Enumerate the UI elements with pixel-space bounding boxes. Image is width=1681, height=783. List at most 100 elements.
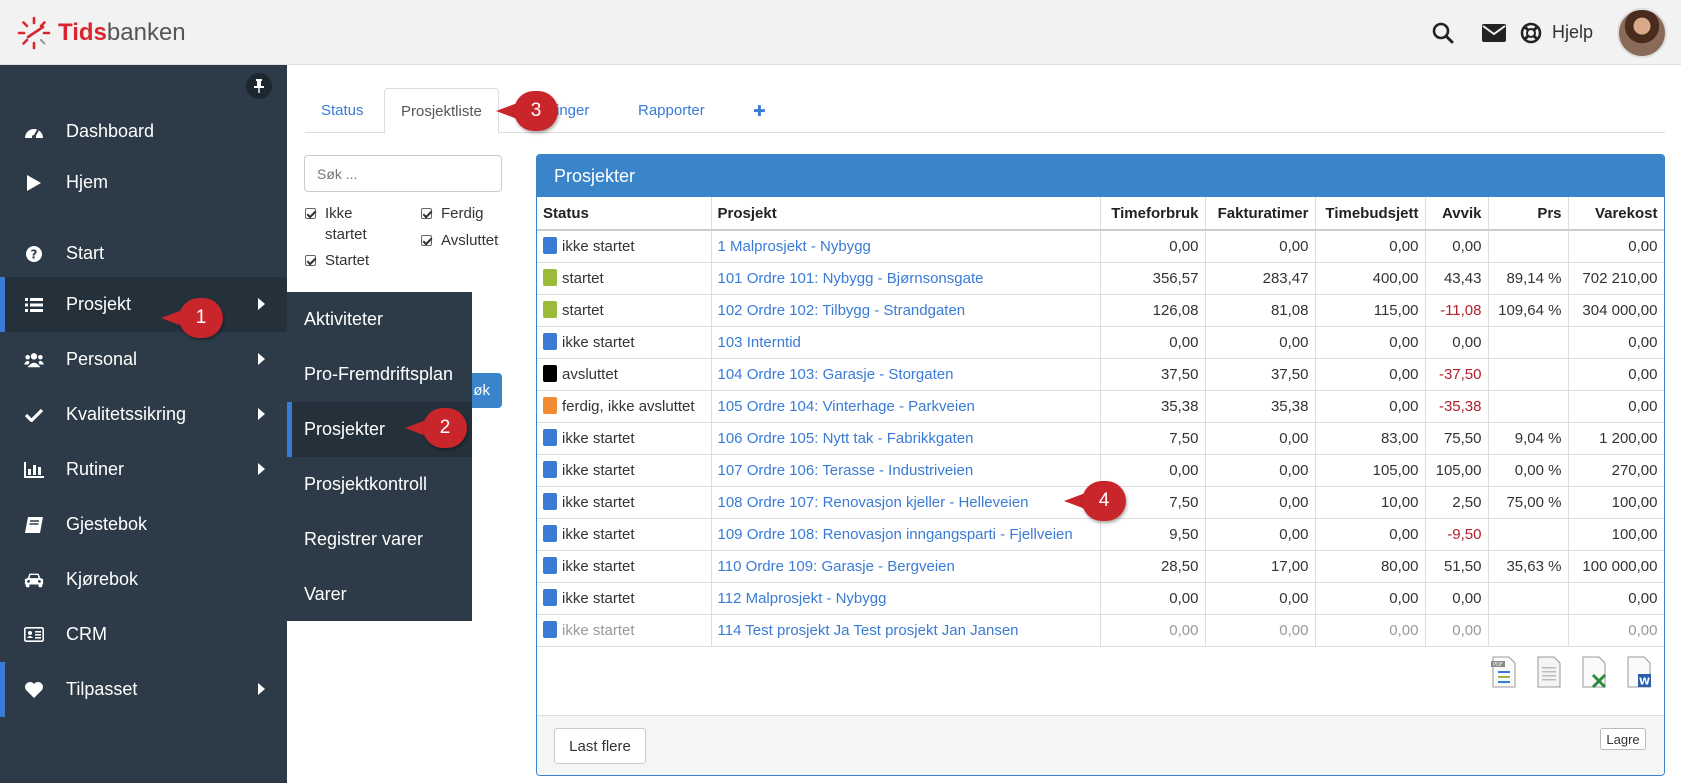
column-header-status[interactable]: Status xyxy=(537,197,712,231)
project-link[interactable]: 101 Ordre 101: Nybygg - Bjørnsonsgate xyxy=(718,270,984,287)
panel-footer: Last flere Lagre xyxy=(537,715,1664,775)
table-row[interactable]: ferdig, ikke avsluttet 105 Ordre 104: Vin… xyxy=(537,390,1664,423)
logo[interactable]: Tidsbanken xyxy=(16,15,186,51)
status-text: ikke startet xyxy=(562,494,635,511)
submenu-item-prosjektkontroll[interactable]: Prosjektkontroll xyxy=(287,457,472,512)
pdf-export-icon[interactable]: PDF xyxy=(1489,655,1519,689)
project-link[interactable]: 102 Ordre 102: Tilbygg - Strandgaten xyxy=(718,302,966,319)
project-link[interactable]: 112 Malprosjekt - Nybygg xyxy=(718,590,887,607)
cell-prs xyxy=(1488,230,1569,263)
submenu-item-aktiviteter[interactable]: Aktiviteter xyxy=(287,292,472,347)
cell-avvik: 51,50 xyxy=(1425,550,1489,583)
project-link[interactable]: 110 Ordre 109: Garasje - Bergveien xyxy=(718,558,955,575)
play-icon xyxy=(24,173,44,193)
project-link[interactable]: 108 Ordre 107: Renovasjon kjeller - Hell… xyxy=(718,494,1029,511)
project-link[interactable]: 105 Ordre 104: Vinterhage - Parkveien xyxy=(718,398,975,415)
mail-icon[interactable] xyxy=(1481,23,1506,42)
excel-export-icon[interactable] xyxy=(1579,655,1609,689)
cell-project: 104 Ordre 103: Garasje - Storgaten xyxy=(711,358,1101,391)
status-text: ikke startet xyxy=(562,462,635,479)
table-row[interactable]: ikke startet 103 Interntid 0,00 0,00 0,00 0,0… xyxy=(537,326,1664,359)
book-icon xyxy=(24,515,44,535)
sidebar-item-hjem[interactable]: Hjem xyxy=(0,155,287,210)
search-icon[interactable] xyxy=(1432,22,1454,44)
project-link[interactable]: 107 Ordre 106: Terasse - Industriveien xyxy=(718,462,974,479)
table-header-row: Status Prosjekt Timeforbruk Fakturatimer… xyxy=(537,197,1664,231)
project-link[interactable]: 114 Test prosjekt Ja Test prosjekt Jan J… xyxy=(718,622,1019,639)
cell-timebudsjett: 0,00 xyxy=(1315,230,1426,263)
cell-timeforbruk: 7,50 xyxy=(1100,422,1206,455)
load-more-button[interactable]: Last flere xyxy=(554,728,646,764)
cell-project: 102 Ordre 102: Tilbygg - Strandgaten xyxy=(711,294,1101,327)
checkbox-ferdig[interactable]: Ferdig xyxy=(421,203,484,224)
sidebar-item-tilpasset[interactable]: Tilpasset xyxy=(0,662,287,717)
checkbox-startet[interactable]: Startet xyxy=(305,250,369,271)
column-header-timeforbruk[interactable]: Timeforbruk xyxy=(1100,197,1206,231)
column-header-timebudsjett[interactable]: Timebudsjett xyxy=(1315,197,1426,231)
cell-status: ikke startet xyxy=(537,518,712,551)
cell-fakturatimer: 0,00 xyxy=(1205,454,1316,487)
status-text: ikke startet xyxy=(562,558,635,575)
submenu-item-pro-fremdriftsplan[interactable]: Pro-Fremdriftsplan xyxy=(287,347,472,402)
tab-rapporter[interactable]: Rapporter xyxy=(622,88,721,133)
sidebar-item-rutiner[interactable]: Rutiner xyxy=(0,442,287,497)
table-row[interactable]: ikke startet 110 Ordre 109: Garasje - Ber… xyxy=(537,550,1664,583)
cell-project: 106 Ordre 105: Nytt tak - Fabrikkgaten xyxy=(711,422,1101,455)
sidebar-item-gjestebok[interactable]: Gjestebok xyxy=(0,497,287,552)
checkbox-avsluttet[interactable]: Avsluttet xyxy=(421,230,498,251)
sidebar: Dashboard Hjem ? Start Prosjekt Personal… xyxy=(0,65,287,783)
projects-table: Status Prosjekt Timeforbruk Fakturatimer… xyxy=(537,197,1664,647)
column-header-varekost[interactable]: Varekost xyxy=(1568,197,1664,231)
sidebar-item-personal[interactable]: Personal xyxy=(0,332,287,387)
column-header-prosjekt[interactable]: Prosjekt xyxy=(711,197,1101,231)
table-row[interactable]: ikke startet 114 Test prosjekt Ja Test pr… xyxy=(537,614,1664,647)
heart-icon xyxy=(24,680,44,700)
checkbox-ikke-startet[interactable]: Ikke startet xyxy=(305,203,395,245)
cell-varekost: 702 210,00 xyxy=(1568,262,1664,295)
tab-prosjektliste[interactable]: Prosjektliste xyxy=(384,88,499,134)
submenu-item-varer[interactable]: Varer xyxy=(287,567,472,622)
add-tab-icon[interactable]: ✚ xyxy=(737,88,782,133)
project-link[interactable]: 104 Ordre 103: Garasje - Storgaten xyxy=(718,366,954,383)
tab-status[interactable]: Status xyxy=(305,88,380,133)
table-row[interactable]: ikke startet 1 Malprosjekt - Nybygg 0,00 0,… xyxy=(537,230,1664,263)
project-link[interactable]: 103 Interntid xyxy=(718,334,801,351)
column-header-fakturatimer[interactable]: Fakturatimer xyxy=(1205,197,1316,231)
sidebar-item-prosjekt[interactable]: Prosjekt xyxy=(0,277,287,332)
cell-varekost: 100 000,00 xyxy=(1568,550,1664,583)
status-color-badge xyxy=(543,589,557,606)
cell-prs: 109,64 % xyxy=(1488,294,1569,327)
save-button[interactable]: Lagre xyxy=(1600,728,1646,750)
sidebar-item-start[interactable]: ? Start xyxy=(0,226,287,281)
cell-varekost: 0,00 xyxy=(1568,230,1664,263)
callout-4: 4 xyxy=(1064,481,1126,521)
prosjekt-submenu: Aktiviteter Pro-Fremdriftsplan Prosjekte… xyxy=(287,292,472,621)
help-button[interactable]: Hjelp xyxy=(1520,22,1593,44)
sidebar-item-kvalitetssikring[interactable]: Kvalitetssikring xyxy=(0,387,287,442)
cell-avvik: 0,00 xyxy=(1425,614,1489,647)
print-icon[interactable] xyxy=(1534,655,1564,689)
cell-timebudsjett: 10,00 xyxy=(1315,486,1426,519)
table-row[interactable]: avsluttet 104 Ordre 103: Garasje - Storga… xyxy=(537,358,1664,391)
pin-icon[interactable] xyxy=(246,73,272,99)
cell-fakturatimer: 283,47 xyxy=(1205,262,1316,295)
table-row[interactable]: startet 102 Ordre 102: Tilbygg - Strandga… xyxy=(537,294,1664,327)
column-header-prs[interactable]: Prs xyxy=(1488,197,1569,231)
word-export-icon[interactable]: W xyxy=(1624,655,1654,689)
sidebar-item-crm[interactable]: CRM xyxy=(0,607,287,662)
project-link[interactable]: 109 Ordre 108: Renovasjon inngangsparti … xyxy=(718,526,1073,543)
sidebar-item-dashboard[interactable]: Dashboard xyxy=(0,104,287,159)
sidebar-item-kjorebok[interactable]: Kjørebok xyxy=(0,552,287,607)
status-color-badge xyxy=(543,461,557,478)
project-link[interactable]: 106 Ordre 105: Nytt tak - Fabrikkgaten xyxy=(718,430,974,447)
avatar[interactable] xyxy=(1617,7,1667,58)
table-row[interactable]: ikke startet 112 Malprosjekt - Nybygg 0,00… xyxy=(537,582,1664,615)
search-input[interactable] xyxy=(304,155,502,192)
table-row[interactable]: ikke startet 109 Ordre 108: Renovasjon in… xyxy=(537,518,1664,551)
table-row[interactable]: ikke startet 106 Ordre 105: Nytt tak - Fa… xyxy=(537,422,1664,455)
column-header-avvik[interactable]: Avvik xyxy=(1425,197,1489,231)
table-row[interactable]: startet 101 Ordre 101: Nybygg - Bjørnsons… xyxy=(537,262,1664,295)
project-link[interactable]: 1 Malprosjekt - Nybygg xyxy=(718,238,871,255)
submenu-item-registrer-varer[interactable]: Registrer varer xyxy=(287,512,472,567)
tidsbanken-logo-icon xyxy=(17,16,51,50)
